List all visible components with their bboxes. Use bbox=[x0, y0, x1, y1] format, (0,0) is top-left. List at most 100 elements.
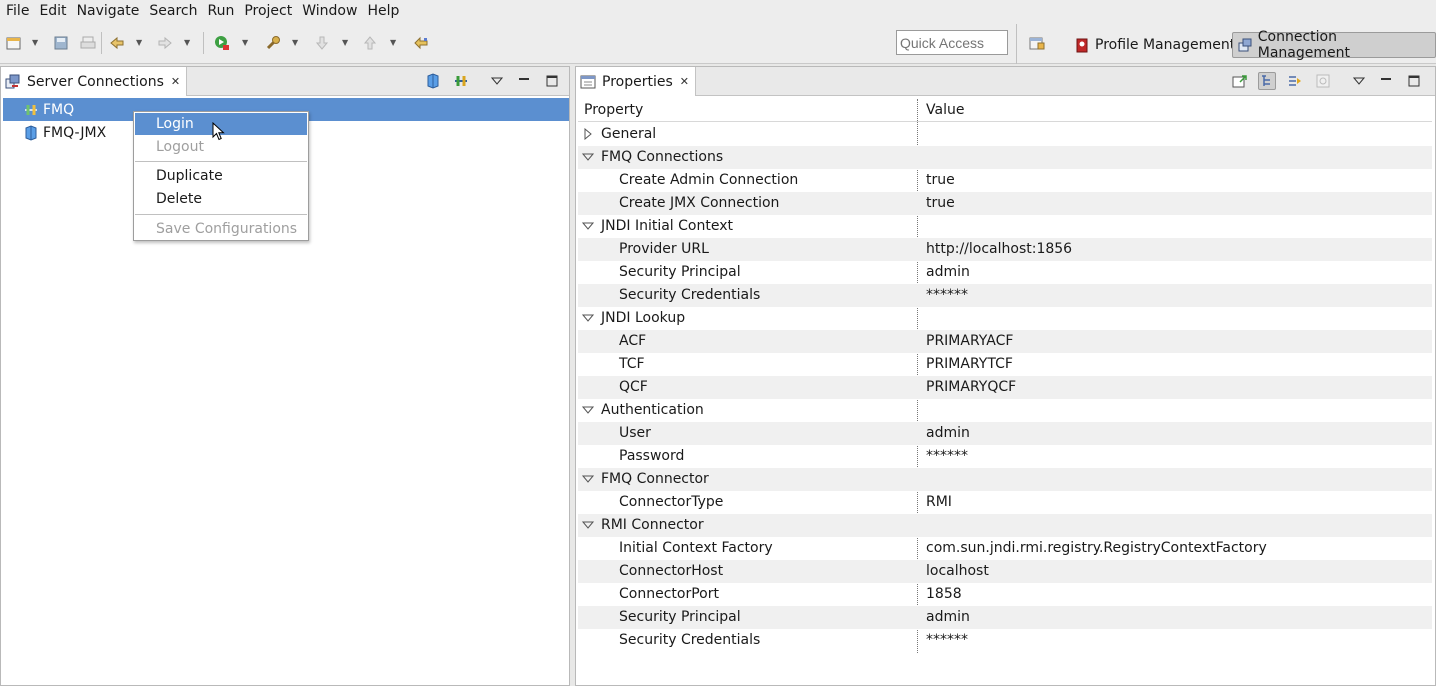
expanded-twistie-icon[interactable] bbox=[582, 150, 594, 164]
connection-management-icon bbox=[1237, 37, 1253, 53]
back-arrow-icon[interactable] bbox=[108, 34, 126, 52]
property-name: ConnectorPort bbox=[619, 586, 719, 602]
property-category-row[interactable]: FMQ Connections bbox=[578, 146, 1432, 169]
expanded-twistie-icon[interactable] bbox=[582, 472, 594, 486]
forward-arrow-icon[interactable] bbox=[156, 34, 174, 52]
show-categories-icon[interactable] bbox=[1258, 72, 1276, 90]
property-row[interactable]: TCF PRIMARYTCF bbox=[578, 353, 1432, 376]
property-value[interactable]: http://localhost:1856 bbox=[926, 241, 1072, 257]
property-value[interactable]: ****** bbox=[926, 632, 968, 648]
property-category-row[interactable]: JNDI Initial Context bbox=[578, 215, 1432, 238]
property-value[interactable]: ****** bbox=[926, 287, 968, 303]
property-category-row[interactable]: FMQ Connector bbox=[578, 468, 1432, 491]
property-row[interactable]: QCF PRIMARYQCF bbox=[578, 376, 1432, 399]
property-row[interactable]: Security Principal admin bbox=[578, 261, 1432, 284]
minimize-icon[interactable] bbox=[1377, 72, 1395, 90]
property-row[interactable]: Create Admin Connection true bbox=[578, 169, 1432, 192]
run-dropdown-icon[interactable]: ▼ bbox=[242, 38, 248, 47]
property-value[interactable]: PRIMARYQCF bbox=[926, 379, 1016, 395]
menu-window[interactable]: Window bbox=[297, 1, 362, 21]
property-row[interactable]: Security Credentials ****** bbox=[578, 629, 1432, 652]
property-row[interactable]: ACF PRIMARYACF bbox=[578, 330, 1432, 353]
property-value[interactable]: admin bbox=[926, 264, 970, 280]
property-row[interactable]: Initial Context Factory com.sun.jndi.rmi.… bbox=[578, 537, 1432, 560]
last-edit-location-icon[interactable] bbox=[412, 34, 430, 52]
column-header-property[interactable]: Property bbox=[584, 102, 643, 118]
maximize-icon[interactable] bbox=[543, 72, 561, 90]
menu-run[interactable]: Run bbox=[202, 1, 239, 21]
property-category-row[interactable]: Authentication bbox=[578, 399, 1432, 422]
maximize-icon[interactable] bbox=[1405, 72, 1423, 90]
new-connection-icon[interactable] bbox=[424, 72, 442, 90]
property-row[interactable]: Password ****** bbox=[578, 445, 1432, 468]
quick-access-input[interactable] bbox=[896, 30, 1008, 55]
property-category-label: FMQ Connector bbox=[601, 471, 709, 487]
property-row[interactable]: ConnectorType RMI bbox=[578, 491, 1432, 514]
menu-file[interactable]: File bbox=[0, 1, 34, 21]
property-value[interactable]: localhost bbox=[926, 563, 989, 579]
view-menu-icon[interactable] bbox=[488, 72, 506, 90]
property-value[interactable]: true bbox=[926, 195, 955, 211]
expanded-twistie-icon[interactable] bbox=[582, 403, 594, 417]
property-row[interactable]: ConnectorPort 1858 bbox=[578, 583, 1432, 606]
menu-edit[interactable]: Edit bbox=[34, 1, 71, 21]
menu-item-delete[interactable]: Delete bbox=[135, 188, 307, 210]
save-icon[interactable] bbox=[52, 34, 70, 52]
property-value[interactable]: true bbox=[926, 172, 955, 188]
menu-navigate[interactable]: Navigate bbox=[72, 1, 145, 21]
close-icon[interactable]: ✕ bbox=[171, 75, 180, 88]
property-value[interactable]: admin bbox=[926, 425, 970, 441]
profile-management-perspective-button[interactable]: Profile Management bbox=[1070, 32, 1239, 58]
new-icon[interactable] bbox=[5, 34, 23, 52]
connect-icon[interactable] bbox=[452, 72, 470, 90]
external-tools-icon[interactable] bbox=[264, 34, 282, 52]
previous-annotation-icon[interactable] bbox=[361, 34, 379, 52]
property-row[interactable]: Create JMX Connection true bbox=[578, 192, 1432, 215]
expanded-twistie-icon[interactable] bbox=[582, 219, 594, 233]
show-advanced-properties-icon[interactable] bbox=[1286, 72, 1304, 90]
property-row[interactable]: ConnectorHost localhost bbox=[578, 560, 1432, 583]
column-header-value[interactable]: Value bbox=[926, 102, 964, 118]
property-value[interactable]: PRIMARYACF bbox=[926, 333, 1013, 349]
minimize-icon[interactable] bbox=[515, 72, 533, 90]
connection-management-perspective-button[interactable]: Connection Management bbox=[1232, 29, 1436, 61]
property-row[interactable]: User admin bbox=[578, 422, 1432, 445]
property-row[interactable]: Security Credentials ****** bbox=[578, 284, 1432, 307]
next-annotation-dropdown-icon[interactable]: ▼ bbox=[342, 38, 348, 47]
property-value[interactable]: com.sun.jndi.rmi.registry.RegistryContex… bbox=[926, 540, 1267, 556]
property-value[interactable]: PRIMARYTCF bbox=[926, 356, 1013, 372]
tab-properties[interactable]: Properties ✕ bbox=[576, 67, 696, 96]
property-category-row[interactable]: RMI Connector bbox=[578, 514, 1432, 537]
menu-help[interactable]: Help bbox=[362, 1, 404, 21]
property-value[interactable]: 1858 bbox=[926, 586, 962, 602]
next-annotation-icon[interactable] bbox=[313, 34, 331, 52]
previous-annotation-dropdown-icon[interactable]: ▼ bbox=[390, 38, 396, 47]
menu-search[interactable]: Search bbox=[144, 1, 202, 21]
open-perspective-icon[interactable] bbox=[1028, 34, 1046, 52]
property-value[interactable]: admin bbox=[926, 609, 970, 625]
restore-default-value-icon[interactable] bbox=[1314, 72, 1332, 90]
new-dropdown-icon[interactable]: ▼ bbox=[32, 38, 38, 47]
close-icon[interactable]: ✕ bbox=[680, 75, 689, 88]
pin-to-selection-icon[interactable] bbox=[1231, 72, 1249, 90]
property-category-row[interactable]: JNDI Lookup bbox=[578, 307, 1432, 330]
menu-item-duplicate[interactable]: Duplicate bbox=[135, 165, 307, 187]
menu-project[interactable]: Project bbox=[239, 1, 297, 21]
forward-dropdown-icon[interactable]: ▼ bbox=[184, 38, 190, 47]
tab-server-connections[interactable]: Server Connections ✕ bbox=[1, 67, 188, 96]
expanded-twistie-icon[interactable] bbox=[582, 311, 594, 325]
print-icon[interactable] bbox=[79, 34, 97, 52]
view-menu-icon[interactable] bbox=[1350, 72, 1368, 90]
property-row[interactable]: Security Principal admin bbox=[578, 606, 1432, 629]
external-tools-dropdown-icon[interactable]: ▼ bbox=[292, 38, 298, 47]
back-dropdown-icon[interactable]: ▼ bbox=[136, 38, 142, 47]
property-row[interactable]: Provider URL http://localhost:1856 bbox=[578, 238, 1432, 261]
run-icon[interactable] bbox=[213, 34, 231, 52]
property-category-row[interactable]: General bbox=[578, 123, 1432, 146]
expanded-twistie-icon[interactable] bbox=[582, 518, 594, 532]
properties-table-header: Property Value bbox=[578, 99, 1432, 122]
menu-item-save-configurations[interactable]: Save Configurations bbox=[135, 218, 307, 240]
collapsed-twistie-icon[interactable] bbox=[582, 127, 594, 141]
property-value[interactable]: ****** bbox=[926, 448, 968, 464]
property-value[interactable]: RMI bbox=[926, 494, 952, 510]
